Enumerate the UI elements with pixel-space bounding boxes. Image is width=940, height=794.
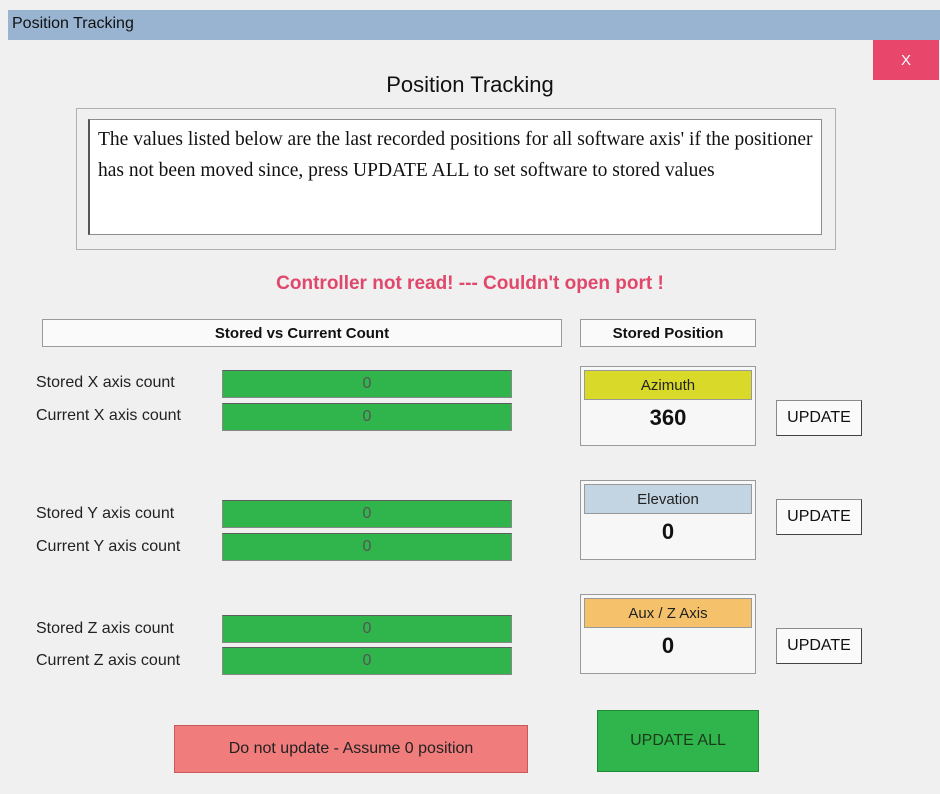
notice-text: The values listed below are the last rec… (88, 119, 822, 235)
stored-z-field: 0 (222, 615, 512, 643)
stored-position-header: Stored Position (580, 319, 756, 347)
elevation-caption: Elevation (584, 484, 752, 514)
stored-z-label: Stored Z axis count (36, 620, 174, 637)
current-x-field: 0 (222, 403, 512, 431)
elevation-value: 0 (661, 519, 675, 544)
current-z-field: 0 (222, 647, 512, 675)
current-y-field: 0 (222, 533, 512, 561)
update-aux-z-button[interactable]: UPDATE (776, 628, 862, 664)
update-elevation-button[interactable]: UPDATE (776, 499, 862, 535)
counts-column-header: Stored vs Current Count (42, 319, 562, 347)
status-message: Controller not read! --- Couldn't open p… (276, 273, 664, 294)
window-title: Position Tracking (12, 15, 134, 32)
stored-x-label: Stored X axis count (36, 374, 175, 391)
title-bar: Position Tracking (8, 10, 940, 40)
update-azimuth-button[interactable]: UPDATE (776, 400, 862, 436)
stored-y-field: 0 (222, 500, 512, 528)
current-y-label: Current Y axis count (36, 538, 181, 555)
page-title: Position Tracking (386, 72, 554, 97)
aux-z-value: 0 (661, 633, 675, 658)
current-z-label: Current Z axis count (36, 652, 181, 669)
aux-z-caption: Aux / Z Axis (584, 598, 752, 628)
azimuth-value: 360 (649, 405, 687, 430)
current-x-label: Current X axis count (36, 407, 181, 424)
stored-y-label: Stored Y axis count (36, 505, 175, 522)
azimuth-caption: Azimuth (584, 370, 752, 400)
do-not-update-button[interactable]: Do not update - Assume 0 position (174, 725, 528, 773)
update-all-button[interactable]: UPDATE ALL (597, 710, 759, 772)
stored-x-field: 0 (222, 370, 512, 398)
